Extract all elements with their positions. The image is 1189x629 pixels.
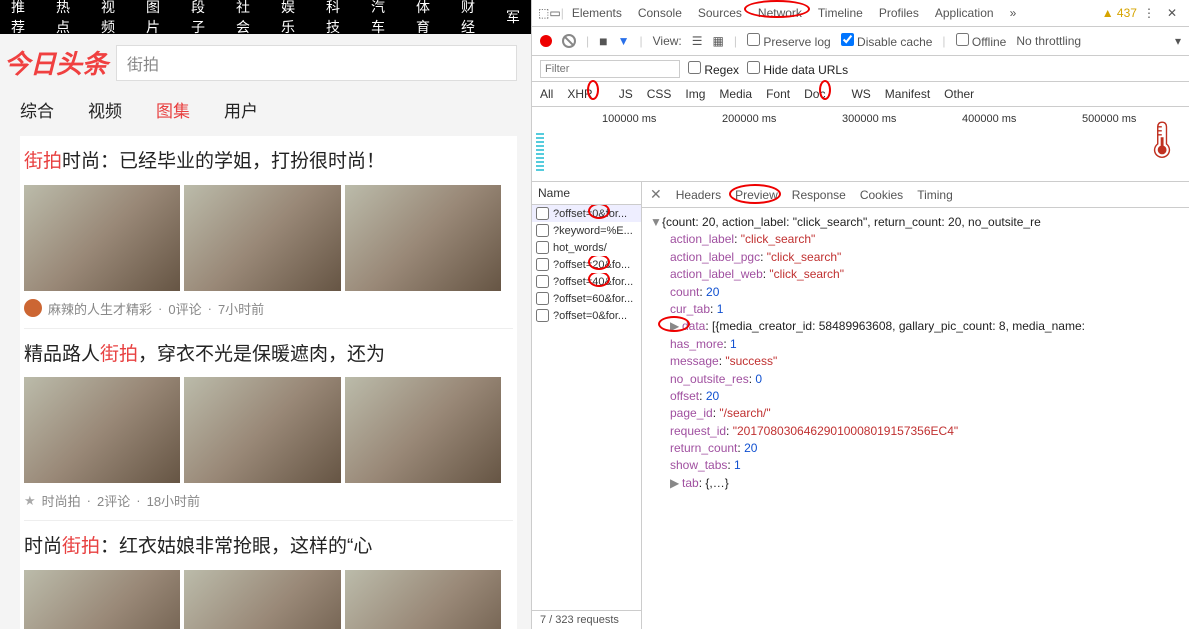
dt-tab-timeline[interactable]: Timeline — [810, 2, 871, 24]
thumb[interactable] — [345, 377, 501, 483]
subtab-preview[interactable]: Preview — [735, 188, 778, 202]
network-filter-input[interactable] — [540, 60, 680, 78]
article-item[interactable]: 街拍时尚：已经毕业的学姐，打扮很时尚！ 麻辣的人生才精彩 · 0评论 · 7小时… — [24, 136, 513, 329]
filter-icon[interactable]: ▼ — [618, 34, 630, 48]
request-row[interactable]: ?offset=0&for... — [532, 205, 641, 222]
dt-tab-application[interactable]: Application — [927, 2, 1002, 24]
nav-item[interactable]: 军 — [497, 7, 529, 27]
request-row[interactable]: ?keyword=%E... — [532, 222, 641, 239]
inspect-icon[interactable]: ⬚ — [538, 6, 549, 20]
type-all[interactable]: All — [540, 87, 553, 101]
subtab-timing[interactable]: Timing — [917, 188, 953, 202]
regex-toggle[interactable]: Regex — [688, 61, 739, 77]
subtab-headers[interactable]: Headers — [676, 188, 721, 202]
thumb[interactable] — [345, 185, 501, 291]
search-input[interactable] — [116, 45, 517, 81]
name-column-header[interactable]: Name — [532, 182, 641, 205]
author[interactable]: 时尚拍 — [42, 491, 81, 510]
avatar — [24, 299, 42, 317]
warning-count[interactable]: ▲ 437 — [1102, 6, 1137, 20]
thumb[interactable] — [345, 570, 501, 629]
site-nav: 推荐 热点 视频 图片 段子 社会 娱乐 科技 汽车 体育 财经 军 — [0, 0, 531, 34]
tab-zonghe[interactable]: 综合 — [20, 97, 54, 122]
dt-tab-profiles[interactable]: Profiles — [871, 2, 927, 24]
device-icon[interactable]: ▭ — [549, 6, 560, 20]
request-row[interactable]: ?offset=20&fo... — [532, 256, 641, 273]
dt-tabs-overflow[interactable]: » — [1002, 2, 1025, 24]
nav-item[interactable]: 科技 — [317, 0, 362, 37]
devtools: ⬚ ▭ | Elements Console Sources Network T… — [531, 0, 1189, 629]
article-item[interactable]: 精品路人街拍，穿衣不光是保暖遮肉，还为 ★时尚拍 · 2评论 · 18小时前 — [24, 329, 513, 522]
view-large-icon[interactable]: ▦ — [713, 34, 724, 48]
subtab-response[interactable]: Response — [792, 188, 846, 202]
dt-tab-network[interactable]: Network — [750, 2, 810, 24]
view-label: View: — [653, 34, 682, 48]
nav-item[interactable]: 财经 — [452, 0, 497, 37]
thumb[interactable] — [24, 570, 180, 629]
request-row[interactable]: ?offset=40&for... — [532, 273, 641, 290]
view-list-icon[interactable]: ☰ — [692, 34, 703, 48]
nav-item[interactable]: 热点 — [47, 0, 92, 37]
nav-item[interactable]: 段子 — [182, 0, 227, 37]
nav-item[interactable]: 视频 — [92, 0, 137, 37]
nav-item[interactable]: 推荐 — [2, 0, 47, 37]
offline[interactable]: Offline — [956, 33, 1007, 49]
record-icon[interactable] — [540, 35, 552, 47]
dt-tab-sources[interactable]: Sources — [690, 2, 750, 24]
request-row[interactable]: ?offset=60&for... — [532, 290, 641, 307]
nav-item[interactable]: 汽车 — [362, 0, 407, 37]
article-item[interactable]: 时尚街拍：红衣姑娘非常抢眼，这样的“心 — [24, 521, 513, 629]
tab-yonghu[interactable]: 用户 — [224, 97, 258, 122]
thumb[interactable] — [24, 185, 180, 291]
throttling-select[interactable]: No throttling — [1016, 34, 1081, 48]
type-ws[interactable]: WS — [851, 87, 870, 101]
author[interactable]: 麻辣的人生才精彩 — [48, 299, 152, 318]
request-row[interactable]: hot_words/ — [532, 239, 641, 256]
result-tabs: 综合 视频 图集 用户 — [0, 87, 531, 136]
thumb[interactable] — [184, 570, 340, 629]
type-other[interactable]: Other — [944, 87, 974, 101]
thumb[interactable] — [184, 377, 340, 483]
dt-menu-icon[interactable]: ⋮ — [1137, 6, 1161, 20]
subtab-cookies[interactable]: Cookies — [860, 188, 903, 202]
dt-close-icon[interactable]: ✕ — [1161, 6, 1183, 20]
type-img[interactable]: Img — [685, 87, 705, 101]
capture-icon[interactable]: ■ — [599, 33, 607, 49]
drawer-icon[interactable]: ▾ — [1175, 34, 1181, 48]
type-js[interactable]: JS — [619, 87, 633, 101]
nav-item[interactable]: 图片 — [137, 0, 182, 37]
nav-item[interactable]: 体育 — [407, 0, 452, 37]
type-doc[interactable]: Doc — [804, 87, 837, 101]
type-media[interactable]: Media — [719, 87, 752, 101]
dt-tab-elements[interactable]: Elements — [564, 2, 630, 24]
type-manifest[interactable]: Manifest — [885, 87, 930, 101]
type-xhr[interactable]: XHR — [567, 87, 604, 101]
tab-tuji[interactable]: 图集 — [156, 97, 190, 122]
type-font[interactable]: Font — [766, 87, 790, 101]
dt-tab-console[interactable]: Console — [630, 2, 690, 24]
feed: 街拍时尚：已经毕业的学姐，打扮很时尚！ 麻辣的人生才精彩 · 0评论 · 7小时… — [20, 136, 517, 629]
clear-icon[interactable] — [562, 34, 576, 48]
thermometer-icon: 🌡 — [1139, 119, 1185, 161]
request-row[interactable]: ?offset=0&for... — [532, 307, 641, 324]
nav-item[interactable]: 社会 — [227, 0, 272, 37]
close-detail-icon[interactable]: ✕ — [650, 186, 662, 203]
nav-item[interactable]: 娱乐 — [272, 0, 317, 37]
hide-dataurl-toggle[interactable]: Hide data URLs — [747, 61, 848, 77]
site-logo[interactable]: 今日头条 — [4, 44, 116, 81]
request-count: 7 / 323 requests — [532, 610, 641, 629]
preserve-log[interactable]: Preserve log — [747, 33, 831, 49]
star-icon: ★ — [24, 493, 36, 509]
thumb[interactable] — [184, 185, 340, 291]
disable-cache[interactable]: Disable cache — [841, 33, 933, 49]
json-preview[interactable]: ▼{count: 20, action_label: "click_search… — [642, 208, 1189, 629]
thumb[interactable] — [24, 377, 180, 483]
waterfall-timeline[interactable]: 100000 ms 200000 ms 300000 ms 400000 ms … — [532, 107, 1189, 182]
tab-shipin[interactable]: 视频 — [88, 97, 122, 122]
type-css[interactable]: CSS — [647, 87, 672, 101]
